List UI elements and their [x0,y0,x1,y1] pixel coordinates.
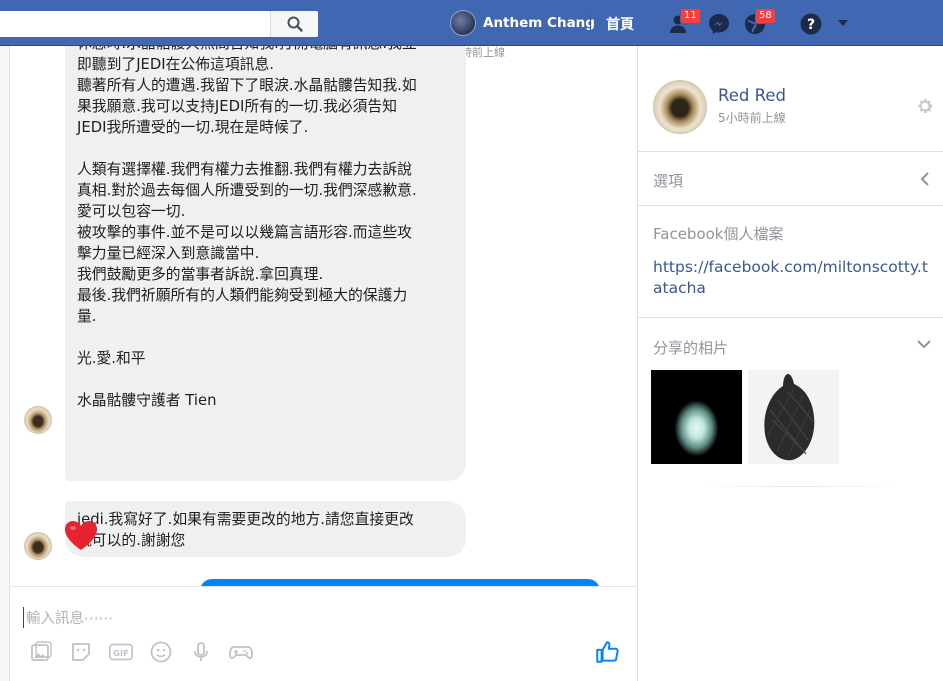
divider [638,151,943,152]
gif-icon: GIF [109,643,133,661]
contact-name[interactable]: Red Red [718,86,786,105]
options-section-title[interactable]: 選項 [653,170,683,191]
conversation-info-panel: Red Red 5小時前上線 選項 Facebook個人檔案 https://f… [637,46,943,681]
knitted-object-image [764,374,815,461]
profile-section-title: Facebook個人檔案 [653,225,784,243]
gear-icon[interactable] [915,96,935,116]
svg-text:?: ? [807,17,815,33]
divider [590,15,591,31]
notifications-badge: 58 [755,8,776,24]
profile-name: Anthem Chang [483,15,595,31]
shared-photo[interactable] [651,370,742,464]
heart-icon [65,521,97,550]
sticker-icon [72,643,90,661]
divider [638,317,943,318]
sender-avatar [24,532,52,560]
sender-avatar [24,406,52,434]
home-link[interactable]: 首頁 [606,14,634,34]
notifications-button[interactable]: 58 [743,8,776,36]
message-input[interactable]: 輸入訊息⋯⋯ [23,607,113,628]
top-navigation-bar: Anthem Chang 首頁 11 58 ? [0,0,943,46]
search-icon [287,16,303,32]
smiley-icon [150,641,172,663]
gamepad-icon [229,646,253,659]
divider [698,486,898,487]
message-composer: 輸入訊息⋯⋯ GIF [10,586,637,681]
messenger-button[interactable] [707,12,731,36]
microphone-icon [194,642,208,661]
conversation-thread[interactable]: 休息時.水晶骷髏共燕間告知我.打開電腦有訊息.我立 即聽到了JEDI在公佈這項訊… [0,46,637,586]
contact-status: 5小時前上線 [718,111,786,125]
messenger-icon [709,14,729,34]
search-button[interactable] [270,11,318,37]
account-menu-button[interactable] [836,15,850,29]
sticker-button[interactable] [68,639,94,665]
svg-text:GIF: GIF [113,648,129,658]
image-icon [31,641,52,661]
voice-clip-button[interactable] [188,639,214,665]
photo-button[interactable] [28,639,54,665]
friend-requests-button[interactable]: 11 [668,8,701,36]
profile-link[interactable]: Anthem Chang [450,10,595,36]
message-bubble: 休息時.水晶骷髏共燕間告知我.打開電腦有訊息.我立 即聽到了JEDI在公佈這項訊… [65,46,466,481]
chevron-down-icon[interactable] [916,336,932,352]
divider [638,205,943,206]
composer-toolbar: GIF [28,639,254,665]
message-bubble: jedi.我寫好了.如果有需要更改的地方.請您直接更改 就可以的.謝謝您 [65,501,466,557]
outgoing-message-bubble [200,579,600,586]
friend-requests-badge: 11 [680,8,701,24]
shared-photo[interactable] [748,370,839,464]
games-button[interactable] [228,639,254,665]
gif-button[interactable]: GIF [108,639,134,665]
help-icon: ? [800,13,822,35]
contact-avatar[interactable] [653,80,707,134]
avatar [450,10,476,36]
caret-down-icon [838,20,848,26]
chevron-left-icon[interactable] [918,171,934,187]
shared-photos-title[interactable]: 分享的相片 [653,337,728,358]
profile-url-link[interactable]: https://facebook.com/miltonscotty.tatach… [653,257,933,299]
emoji-button[interactable] [148,639,174,665]
help-button[interactable]: ? [799,12,823,36]
thumbs-up-icon[interactable] [594,639,620,665]
